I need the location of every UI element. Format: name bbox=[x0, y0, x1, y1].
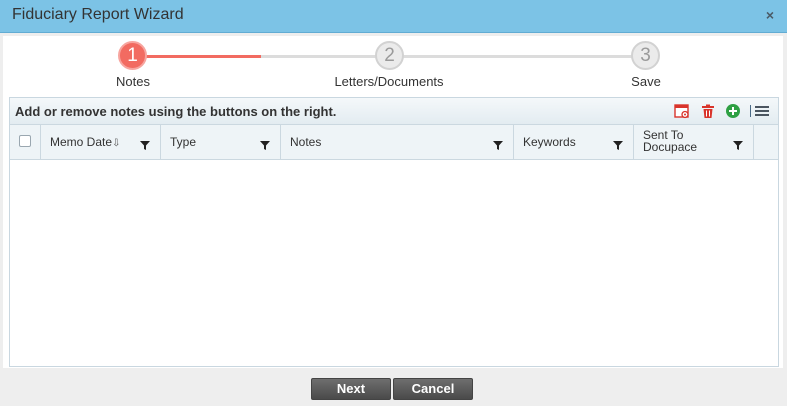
column-header-notes[interactable]: Notes bbox=[281, 125, 514, 159]
filter-icon[interactable] bbox=[140, 137, 150, 150]
notes-grid: Add or remove notes using the buttons on… bbox=[9, 97, 779, 367]
filter-icon[interactable] bbox=[493, 137, 503, 150]
add-circle-icon[interactable] bbox=[725, 103, 741, 119]
sent-to-docupace-label: Sent To Docupace bbox=[643, 128, 698, 154]
close-icon[interactable]: × bbox=[763, 7, 777, 23]
step-1-circle[interactable]: 1 bbox=[118, 41, 147, 70]
notes-label: Notes bbox=[290, 135, 322, 149]
step-3-label: Save bbox=[631, 74, 661, 89]
filter-icon[interactable] bbox=[260, 137, 270, 150]
select-all-column bbox=[10, 125, 41, 159]
step-2-label: Letters/Documents bbox=[334, 74, 444, 89]
grid-instruction: Add or remove notes using the buttons on… bbox=[15, 104, 337, 119]
filter-icon[interactable] bbox=[733, 137, 743, 150]
next-button[interactable]: Next bbox=[311, 378, 391, 400]
keywords-label: Keywords bbox=[523, 135, 576, 149]
wizard-body: 1 Notes 2 Letters/Documents 3 Save Add o… bbox=[3, 36, 783, 368]
step-2-circle[interactable]: 2 bbox=[375, 41, 404, 70]
trash-icon[interactable] bbox=[700, 103, 716, 119]
grid-rows-area bbox=[10, 160, 778, 366]
column-header-type[interactable]: Type bbox=[161, 125, 281, 159]
memo-date-label: Memo Date bbox=[50, 135, 113, 149]
column-header-keywords[interactable]: Keywords bbox=[514, 125, 634, 159]
column-header-sent-to-docupace[interactable]: Sent To Docupace bbox=[634, 125, 754, 159]
select-all-checkbox[interactable] bbox=[19, 135, 31, 147]
window-titlebar: Fiduciary Report Wizard × bbox=[0, 0, 787, 33]
column-menu-icon[interactable] bbox=[749, 103, 771, 119]
type-label: Type bbox=[170, 135, 197, 149]
sort-icon[interactable]: ⇩ bbox=[112, 138, 120, 149]
calendar-settings-icon[interactable] bbox=[674, 103, 690, 119]
step-3-circle[interactable]: 3 bbox=[631, 41, 660, 70]
cancel-button[interactable]: Cancel bbox=[393, 378, 473, 400]
column-label-memo-date: Memo Date⇩ bbox=[50, 135, 120, 149]
window-title: Fiduciary Report Wizard bbox=[12, 6, 184, 23]
step-1-label: Notes bbox=[116, 74, 150, 89]
wizard-stepper: 1 Notes 2 Letters/Documents 3 Save bbox=[3, 36, 783, 96]
grid-column-headers: Memo Date⇩ Type Notes Keywords Sent To D… bbox=[10, 125, 778, 160]
column-header-spacer bbox=[754, 125, 778, 159]
stepper-progress bbox=[133, 55, 261, 58]
filter-icon[interactable] bbox=[613, 137, 623, 150]
column-header-memo-date[interactable]: Memo Date⇩ bbox=[41, 125, 161, 159]
grid-toolbar: Add or remove notes using the buttons on… bbox=[10, 98, 778, 125]
